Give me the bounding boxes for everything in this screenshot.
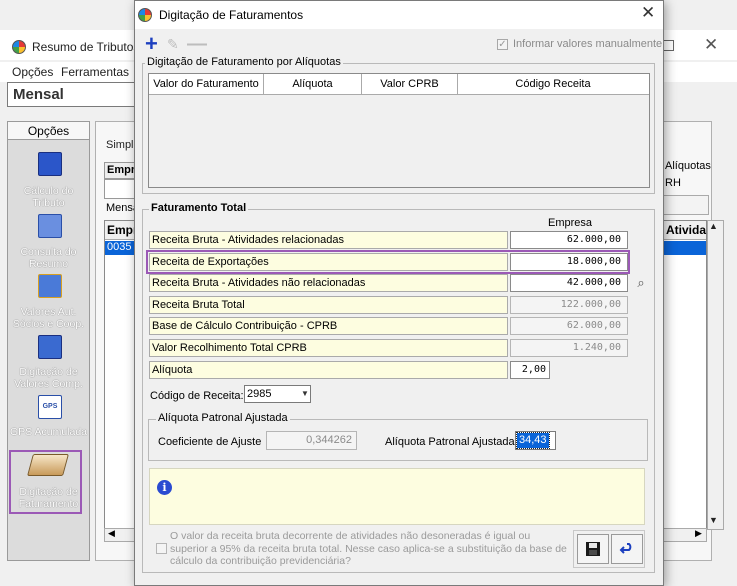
vertical-scrollbar[interactable] xyxy=(707,220,724,530)
menu-opcoes[interactable]: Opções xyxy=(12,65,53,79)
column-codigo-receita[interactable]: Código Receita xyxy=(458,74,648,95)
sidebar-item-consulta[interactable]: Consulta do Resumo xyxy=(8,246,89,270)
row-label-valor-recolhimento: Valor Recolhimento Total CPRB xyxy=(149,339,508,357)
row-label-aliquota: Alíquota xyxy=(149,361,508,379)
edit-values-icon xyxy=(38,335,62,359)
value-recolhimento: 1.240,00 xyxy=(510,339,628,357)
scroll-right-icon[interactable]: ▶ xyxy=(695,528,702,539)
options-tab[interactable]: Opções xyxy=(7,121,90,139)
substitution-question-text: O valor da receita bruta decorrente de a… xyxy=(170,530,567,567)
aliquota-patronal-title: Alíquota Patronal Ajustada xyxy=(156,412,290,424)
codigo-receita-value: 2985 xyxy=(247,388,272,400)
input-aliquota[interactable]: 2,00 xyxy=(510,361,550,379)
info-panel xyxy=(149,468,645,525)
background-window-title: Resumo de Tributos xyxy=(32,40,140,54)
row-label-receita-atividades: Receita Bruta - Atividades relacionadas xyxy=(149,231,508,249)
faturamento-total-title: Faturamento Total xyxy=(149,202,249,214)
codigo-receita-label: Código de Receita: xyxy=(150,390,244,402)
scroll-up-icon[interactable]: ▲ xyxy=(709,221,718,231)
input-receita-atividades[interactable]: 62.000,00 xyxy=(510,231,628,249)
rh-label: RH xyxy=(665,177,681,189)
undo-icon xyxy=(619,543,632,554)
edit-icon: ✎ xyxy=(167,36,179,52)
close-icon[interactable]: ✕ xyxy=(641,4,655,21)
app-logo-icon xyxy=(12,40,26,54)
row-label-base-calculo: Base de Cálculo Contribuição - CPRB xyxy=(149,317,508,335)
background-close-icon[interactable]: ✕ xyxy=(704,36,718,53)
aliquota-patronal-selected-text: 34,43 xyxy=(516,432,550,449)
undo-button[interactable] xyxy=(611,534,643,564)
sidebar-item-gps[interactable]: GPS Acumulada xyxy=(8,426,89,438)
gps-icon: GPS xyxy=(38,395,62,419)
manual-values-label: Informar valores manualmente xyxy=(513,38,663,50)
row-label-receita-total: Receita Bruta Total xyxy=(149,296,508,314)
sidebar-item-digitacao-valores[interactable]: Digitação de Valores Comp. xyxy=(8,366,89,390)
grid-column-atividade[interactable]: Ativida xyxy=(666,223,706,237)
calculation-icon xyxy=(38,152,62,176)
sidebar-item-valores-aut[interactable]: Valores Aut. Sócios e Coop. xyxy=(8,306,89,330)
manual-values-checkbox: ✓ xyxy=(497,39,508,50)
exportacoes-highlight xyxy=(146,250,630,274)
empresa-column-header: Empresa xyxy=(548,217,593,229)
sidebar-item-calculo[interactable]: Cálculo do Tributo xyxy=(8,185,89,209)
chevron-down-icon[interactable]: ▼ xyxy=(301,389,309,398)
save-icon xyxy=(586,542,600,556)
coeficiente-label: Coeficiente de Ajuste xyxy=(158,436,262,448)
substitution-checkbox xyxy=(156,543,167,554)
column-aliquota[interactable]: Alíquota xyxy=(264,74,362,95)
aliquota-patronal-label: Alíquota Patronal Ajustada xyxy=(385,436,515,448)
dialog-logo-icon xyxy=(138,8,152,22)
empresa-box[interactable] xyxy=(104,179,138,199)
value-receita-total: 122.000,00 xyxy=(510,296,628,314)
partners-icon xyxy=(38,274,62,298)
aliquota-patronal-input[interactable]: 34,43 xyxy=(515,431,556,450)
aliquotas-label: Alíquotas xyxy=(665,160,711,172)
menu-ferramentas[interactable]: Ferramentas xyxy=(61,65,129,79)
query-icon xyxy=(38,214,62,238)
column-valor-cprb[interactable]: Valor CPRB xyxy=(362,74,458,95)
column-valor-faturamento[interactable]: Valor do Faturamento xyxy=(149,74,264,95)
binoculars-icon[interactable]: ⌕ xyxy=(631,275,651,291)
empresa-header: Empr xyxy=(104,162,138,179)
aliquotas-group-title: Digitação de Faturamento por Alíquotas xyxy=(145,56,343,68)
coeficiente-value: 0,344262 xyxy=(266,431,357,450)
value-base-calculo: 62.000,00 xyxy=(510,317,628,335)
save-button[interactable] xyxy=(577,534,609,564)
input-receita-nao-relacionadas[interactable]: 42.000,00 xyxy=(510,274,628,292)
add-button[interactable]: + xyxy=(145,33,158,55)
row-label-receita-nao-relacionadas: Receita Bruta - Atividades não relaciona… xyxy=(149,274,508,292)
sidebar-selection-highlight xyxy=(9,450,82,514)
dialog-title: Digitação de Faturamentos xyxy=(159,8,304,22)
scroll-down-icon[interactable]: ▼ xyxy=(709,515,718,525)
scroll-left-icon[interactable]: ◀ xyxy=(108,528,115,539)
info-icon: i xyxy=(157,480,172,495)
remove-icon: — xyxy=(187,33,207,55)
period-mode-field[interactable]: Mensal xyxy=(7,82,142,107)
